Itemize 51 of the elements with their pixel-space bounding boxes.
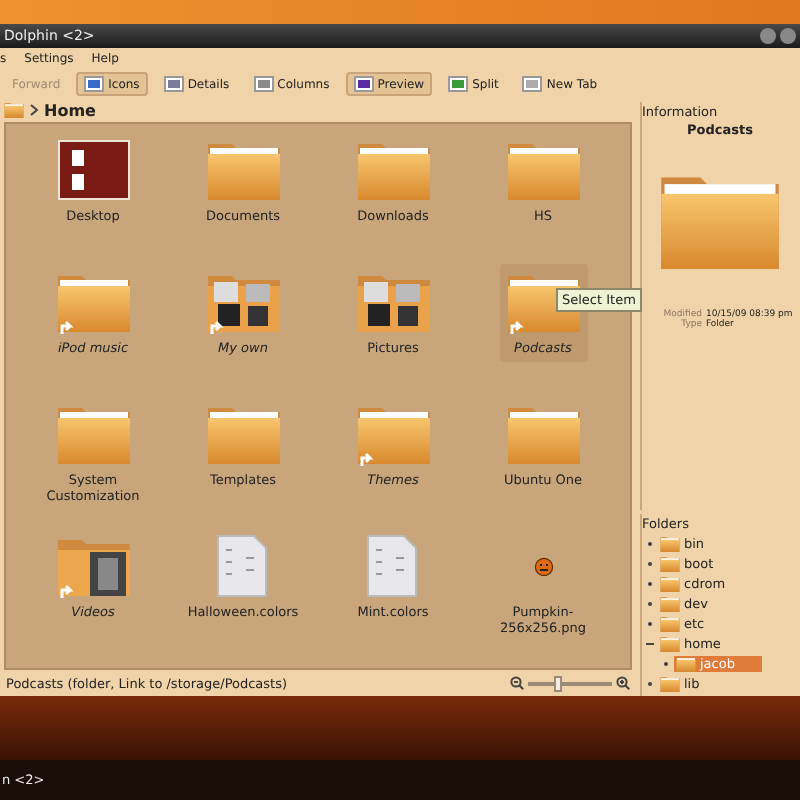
folder-icon bbox=[355, 140, 431, 201]
video-folder-icon bbox=[55, 536, 131, 597]
zoom-slider[interactable] bbox=[528, 681, 612, 686]
folder-icon bbox=[505, 140, 581, 201]
text-file-icon bbox=[366, 534, 419, 599]
folder-icon bbox=[55, 404, 131, 465]
expand-icon[interactable] bbox=[662, 660, 670, 668]
folder-icon bbox=[660, 676, 680, 692]
folder-icon bbox=[355, 404, 431, 465]
photo-folder-icon bbox=[205, 272, 281, 333]
text-file-icon bbox=[216, 534, 269, 599]
chevron-icon bbox=[30, 104, 38, 117]
details-view-icon bbox=[163, 76, 184, 92]
folder-icon bbox=[660, 536, 680, 552]
expand-icon[interactable] bbox=[646, 600, 654, 608]
folder-icon bbox=[676, 656, 696, 672]
link-arrow-icon bbox=[209, 320, 223, 337]
columns-view-icon bbox=[253, 76, 274, 92]
link-arrow-icon bbox=[359, 452, 373, 469]
link-arrow-icon bbox=[59, 320, 73, 337]
maximize-button[interactable] bbox=[780, 28, 796, 44]
link-arrow-icon bbox=[509, 320, 523, 337]
zoom-out-icon[interactable] bbox=[510, 676, 524, 691]
folder-icon bbox=[205, 404, 281, 465]
icons-view-icon bbox=[84, 76, 105, 92]
expand-icon[interactable] bbox=[646, 560, 654, 568]
minimize-button[interactable] bbox=[760, 28, 776, 44]
link-arrow-icon bbox=[59, 584, 73, 601]
breadcrumb-item[interactable]: Home bbox=[44, 101, 96, 120]
expand-icon[interactable] bbox=[646, 580, 654, 588]
expand-icon[interactable] bbox=[646, 540, 654, 548]
folder-icon bbox=[4, 102, 24, 119]
folder-icon bbox=[205, 140, 281, 201]
folder-icon bbox=[505, 404, 581, 465]
zoom-in-icon[interactable] bbox=[616, 676, 630, 691]
folder-icon bbox=[55, 272, 131, 333]
expand-icon[interactable] bbox=[646, 680, 654, 688]
preview-view-icon bbox=[353, 76, 374, 92]
pumpkin-icon bbox=[533, 556, 553, 577]
slider-thumb[interactable] bbox=[553, 675, 562, 692]
folder-icon bbox=[660, 636, 680, 652]
photo-folder-icon bbox=[355, 272, 431, 333]
folder-icon bbox=[660, 596, 680, 612]
split-view-icon bbox=[448, 76, 469, 92]
collapse-icon[interactable] bbox=[646, 640, 654, 648]
expand-icon[interactable] bbox=[646, 620, 654, 628]
newtab-view-icon bbox=[522, 76, 543, 92]
folder-icon bbox=[660, 616, 680, 632]
folder-icon bbox=[660, 556, 680, 572]
desktop-icon bbox=[57, 140, 129, 201]
folder-icon bbox=[660, 576, 680, 592]
